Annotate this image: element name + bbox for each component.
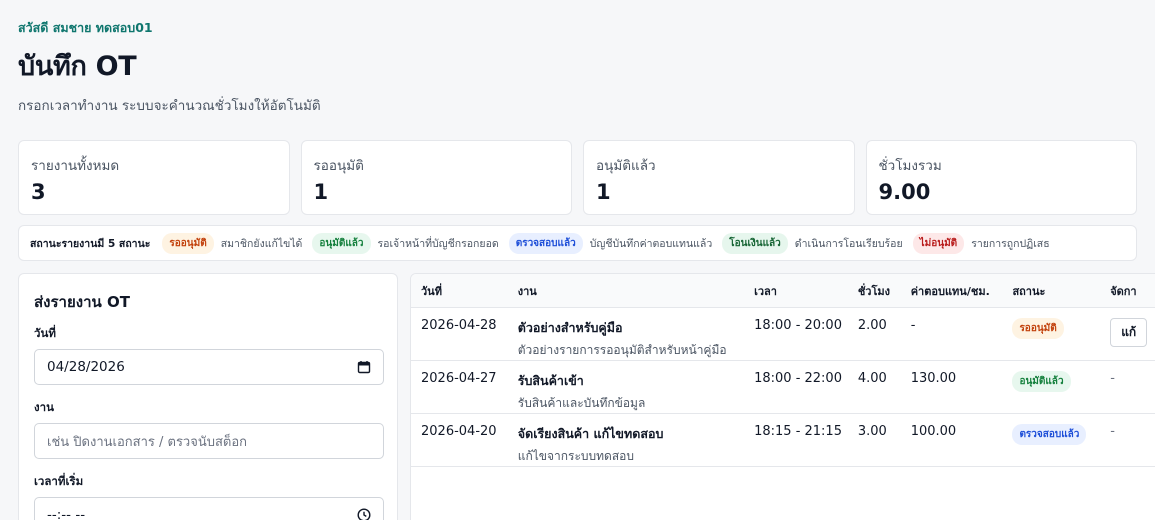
task-label: งาน xyxy=(34,400,54,414)
stat-value: 9.00 xyxy=(878,180,931,204)
legend-item-approved: อนุมัติแล้ว รอเจ้าหน้าที่บัญชีกรอกยอด xyxy=(312,232,499,254)
status-badge: รออนุมัติ xyxy=(162,232,214,254)
stat-label: ชั่วโมงรวม xyxy=(878,158,942,174)
legend-item-paid: โอนเงินแล้ว ดำเนินการโอนเรียบร้อย xyxy=(722,232,903,254)
legend-desc: รอเจ้าหน้าที่บัญชีกรอกยอด xyxy=(377,237,499,250)
status-badge: อนุมัติแล้ว xyxy=(1012,371,1071,392)
legend-title: สถานะรายงานมี 5 สถานะ xyxy=(30,237,151,250)
page-title: บันทึก OT xyxy=(18,51,137,82)
status-badge: ตรวจสอบแล้ว xyxy=(1012,424,1087,445)
start-time-label: เวลาที่เริ่ม xyxy=(34,474,84,488)
cell-date: 2026-04-27 xyxy=(421,371,497,386)
task-title: รับสินค้าเข้า xyxy=(517,373,584,388)
column-header: ค่าตอบแทน/ชม. xyxy=(910,284,990,298)
cell-status: ตรวจสอบแล้ว xyxy=(1002,424,1100,445)
column-header: จัดกา xyxy=(1110,284,1137,298)
stat-value: 1 xyxy=(313,180,329,204)
stat-label: รายงานทั้งหมด xyxy=(31,158,120,174)
cell-task: รับสินค้าเข้า รับสินค้าและบันทึกข้อมูล xyxy=(508,371,744,413)
column-header: เวลา xyxy=(754,284,777,298)
task-input[interactable]: เช่น ปิดงานเอกสาร / ตรวจนับสต็อก xyxy=(34,423,384,459)
task-desc: ตัวอย่างรายการรออนุมัติสำหรับหน้าคู่มือ xyxy=(517,343,727,357)
task-title: จัดเรียงสินค้า แก้ไขทดสอบ xyxy=(517,426,664,441)
cell-status: อนุมัติแล้ว xyxy=(1002,371,1100,392)
task-desc: แก้ไขจากระบบทดสอบ xyxy=(517,449,634,463)
legend-desc: รายการถูกปฏิเสธ xyxy=(971,237,1050,250)
cell-hours: 4.00 xyxy=(857,371,887,386)
stat-label: รออนุมัติ xyxy=(313,158,364,174)
legend-item-pending: รออนุมัติ สมาชิกยังแก้ไขได้ xyxy=(162,232,303,254)
stat-card-approved: อนุมัติแล้ว 1 xyxy=(583,140,855,215)
cell-date: 2026-04-20 xyxy=(421,424,497,439)
cell-action: - xyxy=(1110,424,1115,439)
cell-hours: 2.00 xyxy=(857,318,887,333)
table-row: 2026-04-27 รับสินค้าเข้า รับสินค้าและบัน… xyxy=(411,361,1155,414)
cell-hours: 3.00 xyxy=(857,424,887,439)
date-label: วันที่ xyxy=(34,326,56,340)
column-header: วันที่ xyxy=(421,284,442,298)
legend-desc: สมาชิกยังแก้ไขได้ xyxy=(220,237,303,250)
legend-item-rejected: ไม่อนุมัติ รายการถูกปฏิเสธ xyxy=(912,232,1050,254)
calendar-icon[interactable] xyxy=(357,360,371,374)
cell-rate: 130.00 xyxy=(910,371,957,386)
legend-desc: บัญชีบันทึกค่าตอบแทนแล้ว xyxy=(589,237,713,250)
cell-time: 18:00 - 20:00 xyxy=(754,318,842,333)
cell-task: ตัวอย่างสำหรับคู่มือ ตัวอย่างรายการรออนุ… xyxy=(508,318,744,360)
cell-action: - xyxy=(1110,371,1115,386)
cell-action: แก้ xyxy=(1100,318,1155,347)
cell-time: 18:00 - 22:00 xyxy=(754,371,842,386)
column-header: สถานะ xyxy=(1012,284,1046,298)
status-badge: ไม่อนุมัติ xyxy=(912,232,965,254)
column-header: ชั่วโมง xyxy=(857,284,891,298)
form-title: ส่งรายงาน OT xyxy=(34,293,130,311)
date-value: 04/28/2026 xyxy=(47,359,125,375)
greeting-text: สวัสดี สมชาย ทดสอบ01 xyxy=(18,20,153,35)
cell-date: 2026-04-28 xyxy=(421,318,497,333)
status-badge: โอนเงินแล้ว xyxy=(722,232,788,254)
task-placeholder: เช่น ปิดงานเอกสาร / ตรวจนับสต็อก xyxy=(47,434,248,450)
cell-task: จัดเรียงสินค้า แก้ไขทดสอบ แก้ไขจากระบบทด… xyxy=(508,424,744,466)
legend-desc: ดำเนินการโอนเรียบร้อย xyxy=(794,237,903,250)
clock-icon[interactable] xyxy=(357,508,371,520)
edit-button[interactable]: แก้ xyxy=(1110,318,1148,347)
ot-table: วันที่ งาน เวลา ชั่วโมง ค่าตอบแทน/ชม. สถ… xyxy=(410,273,1155,520)
table-header: วันที่ งาน เวลา ชั่วโมง ค่าตอบแทน/ชม. สถ… xyxy=(411,274,1155,308)
cell-time: 18:15 - 21:15 xyxy=(754,424,842,439)
status-badge: อนุมัติแล้ว xyxy=(312,232,371,254)
stats-row: รายงานทั้งหมด 3 รออนุมัติ 1 อนุมัติแล้ว … xyxy=(18,140,1137,215)
status-legend: สถานะรายงานมี 5 สถานะ รออนุมัติ สมาชิกยั… xyxy=(18,225,1137,261)
date-input[interactable]: 04/28/2026 xyxy=(34,349,384,385)
start-time-value: --:-- -- xyxy=(47,507,86,520)
cell-rate: - xyxy=(910,318,916,333)
stat-card-pending: รออนุมัติ 1 xyxy=(300,140,572,215)
table-row: 2026-04-20 จัดเรียงสินค้า แก้ไขทดสอบ แก้… xyxy=(411,414,1155,467)
status-badge: รออนุมัติ xyxy=(1012,318,1064,339)
task-title: ตัวอย่างสำหรับคู่มือ xyxy=(517,320,623,335)
cell-rate: 100.00 xyxy=(910,424,957,439)
page-subtitle: กรอกเวลาทำงาน ระบบจะคำนวณชั่วโมงให้อัตโน… xyxy=(18,98,321,114)
stat-card-total: รายงานทั้งหมด 3 xyxy=(18,140,290,215)
legend-item-checked: ตรวจสอบแล้ว บัญชีบันทึกค่าตอบแทนแล้ว xyxy=(508,232,713,254)
cell-status: รออนุมัติ xyxy=(1002,318,1100,339)
start-time-input[interactable]: --:-- -- xyxy=(34,497,384,520)
stat-value: 1 xyxy=(596,180,611,204)
status-badge: ตรวจสอบแล้ว xyxy=(508,232,583,254)
stat-label: อนุมัติแล้ว xyxy=(596,158,656,174)
ot-form-card: ส่งรายงาน OT วันที่ 04/28/2026 งาน เช่น … xyxy=(18,273,398,520)
task-desc: รับสินค้าและบันทึกข้อมูล xyxy=(517,396,646,410)
column-header: งาน xyxy=(517,284,537,298)
stat-card-hours: ชั่วโมงรวม 9.00 xyxy=(865,140,1137,215)
stat-value: 3 xyxy=(31,180,46,204)
table-row: 2026-04-28 ตัวอย่างสำหรับคู่มือ ตัวอย่าง… xyxy=(411,308,1155,361)
